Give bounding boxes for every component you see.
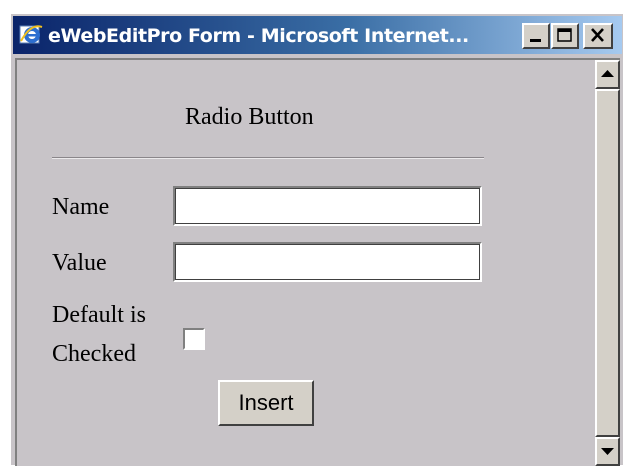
scroll-down-button[interactable] [595,437,620,466]
close-icon [591,28,604,42]
title-bar[interactable]: eWebEditPro Form - Microsoft Internet... [13,16,622,54]
maximize-icon [557,28,572,42]
vertical-scrollbar[interactable] [595,60,620,466]
default-checked-label-line1: Default is [52,302,146,328]
form-heading: Radio Button [185,104,314,130]
value-input[interactable] [173,242,482,282]
scroll-thumb[interactable] [595,89,620,437]
page-content: Radio Button Name Value Default is Check… [15,58,620,466]
insert-button[interactable]: Insert [218,380,314,426]
maximize-button[interactable] [551,23,579,49]
ie-icon [19,23,43,47]
value-label: Value [52,250,107,276]
browser-window: eWebEditPro Form - Microsoft Internet...… [10,13,623,466]
default-checked-label-line2: Checked [52,341,136,367]
minimize-button[interactable] [522,23,550,49]
minimize-icon [530,39,541,42]
name-input[interactable] [173,186,482,226]
default-checked-checkbox[interactable] [183,328,205,350]
scroll-up-arrow-icon [601,70,614,77]
name-label: Name [52,194,110,220]
scroll-down-arrow-icon [601,448,614,455]
scroll-up-button[interactable] [595,60,620,89]
divider [52,157,484,159]
window-title: eWebEditPro Form - Microsoft Internet... [48,25,469,47]
close-button[interactable] [583,23,613,49]
